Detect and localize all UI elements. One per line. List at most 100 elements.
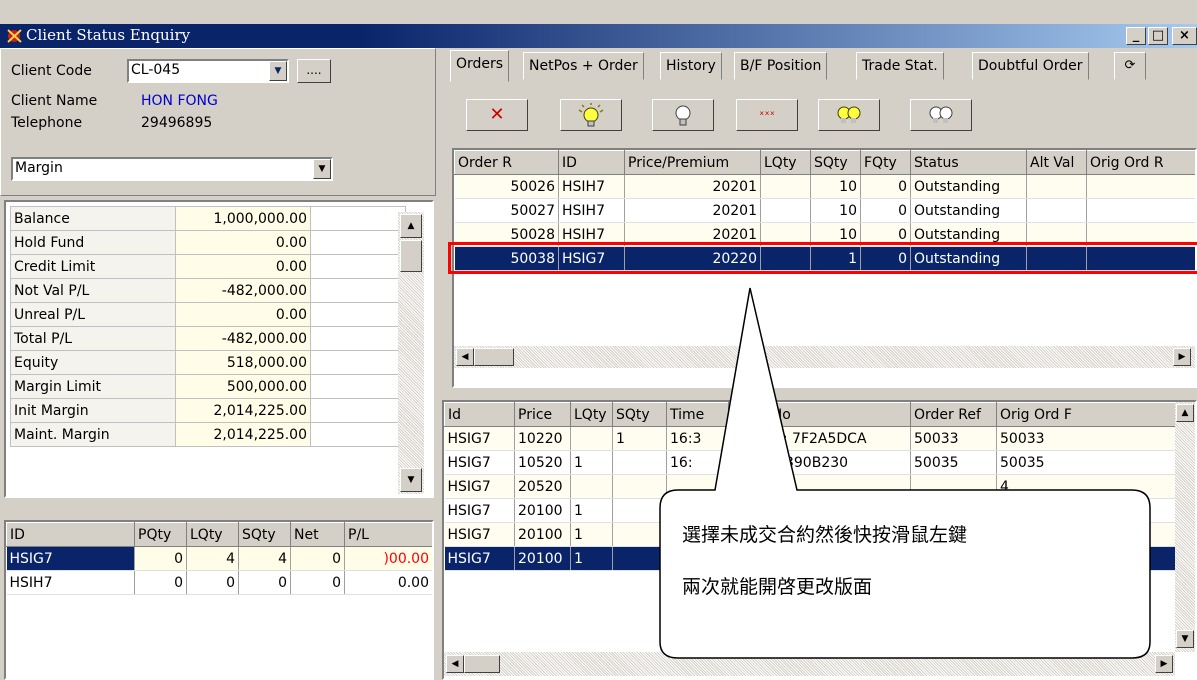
orders-cell — [1026, 174, 1087, 199]
balance-row: Credit Limit 0.00 — [10, 254, 406, 279]
balance-key: Hold Fund — [10, 230, 176, 255]
activate-all-button[interactable] — [818, 99, 880, 131]
orders-cell: 10 — [810, 174, 861, 199]
positions-cell: HSIH7 — [6, 570, 135, 595]
orders-header[interactable]: Price/Premium — [624, 150, 761, 175]
cancel-all-icon: ˣˣˣ — [759, 108, 775, 122]
client-info-panel: Client Code CL-045 ▼ .... Client Name HO… — [0, 48, 436, 196]
telephone-value: 29496895 — [141, 115, 213, 131]
history-header[interactable]: Price — [514, 402, 571, 427]
client-name-label: Client Name — [11, 93, 98, 109]
chevron-down-icon[interactable]: ▼ — [313, 159, 331, 179]
balance-row: Balance 1,000,000.00 — [10, 206, 406, 231]
chevron-down-icon[interactable]: ▼ — [269, 61, 287, 81]
tab-netpos-order[interactable]: NetPos + Order — [523, 52, 644, 80]
minimize-button[interactable]: _ — [1126, 27, 1146, 45]
orders-row[interactable]: 50027HSIH720201 100Outstanding 500 — [454, 198, 1195, 223]
orders-cell — [1026, 198, 1087, 223]
balance-empty — [310, 374, 406, 399]
scroll-thumb[interactable] — [464, 655, 500, 673]
orders-header[interactable]: SQty — [810, 150, 861, 175]
balance-key: Maint. Margin — [10, 422, 176, 447]
positions-header[interactable]: SQty — [238, 522, 291, 547]
positions-header[interactable]: Net — [290, 522, 345, 547]
orders-header[interactable]: Orig Ord R — [1086, 150, 1195, 175]
balance-empty — [310, 302, 406, 327]
app-icon — [7, 29, 22, 43]
callout-bubble — [659, 287, 1151, 659]
positions-header[interactable]: PQty — [134, 522, 187, 547]
history-header[interactable]: LQty — [570, 402, 613, 427]
balance-empty — [310, 398, 406, 423]
balance-row: Init Margin 2,014,225.00 — [10, 398, 406, 423]
history-cell: 1 — [570, 522, 613, 547]
tab-history[interactable]: History — [660, 52, 722, 80]
scroll-left-button[interactable]: ◀ — [446, 655, 464, 673]
orders-cell: 50026 — [454, 174, 559, 199]
cancel-icon: ✕ — [489, 104, 505, 125]
balance-scrollbar[interactable]: ▲ ▼ — [398, 212, 424, 494]
history-cell: 10220 — [514, 426, 571, 451]
positions-cell: 0 — [238, 570, 291, 595]
positions-row[interactable]: HSIG7 0 4 4 0)00.00 — [6, 546, 432, 571]
orders-header[interactable]: LQty — [760, 150, 811, 175]
balance-row: Not Val P/L -482,000.00 — [10, 278, 406, 303]
history-cell: 20100 — [514, 546, 571, 571]
title-bar: Client Status Enquiry _ □ × — [0, 24, 1197, 48]
orders-header[interactable]: FQty — [860, 150, 911, 175]
scroll-left-button[interactable]: ◀ — [456, 348, 474, 366]
positions-cell: 4 — [186, 546, 239, 571]
positions-header[interactable]: LQty — [186, 522, 239, 547]
scroll-thumb[interactable] — [474, 348, 514, 366]
orders-header[interactable]: ID — [558, 150, 625, 175]
maximize-button[interactable]: □ — [1148, 27, 1168, 45]
cancel-order-button[interactable]: ✕ — [466, 99, 528, 131]
inactivate-order-button[interactable] — [652, 99, 714, 131]
balance-empty — [310, 350, 406, 375]
positions-table: ID PQty LQty SQty Net P/L HSIG7 0 4 4 0)00.00 HSIH… — [6, 522, 432, 595]
positions-row[interactable]: HSIH7 0 0 0 0 0.00 — [6, 570, 432, 595]
close-button[interactable]: × — [1172, 27, 1197, 45]
callout-line-1: 選擇未成交合約然後快按滑鼠左鍵 — [682, 524, 968, 546]
tab-bf-position[interactable]: B/F Position — [734, 52, 828, 80]
client-code-combo[interactable]: CL-045 ▼ — [127, 59, 289, 83]
refresh-icon[interactable]: ⟳ — [1114, 52, 1146, 80]
lightbulbs-off-icon — [929, 106, 953, 123]
positions-cell: 4 — [238, 546, 291, 571]
orders-cell — [760, 198, 811, 223]
activate-order-button[interactable] — [560, 99, 622, 131]
tab-strip: Orders NetPos + Order History B/F Positi… — [442, 50, 1197, 82]
scroll-up-button[interactable]: ▲ — [400, 214, 422, 238]
positions-cell: 0.00 — [344, 570, 432, 595]
orders-header[interactable]: Alt Val — [1026, 150, 1087, 175]
scroll-thumb[interactable] — [400, 240, 422, 272]
orders-header[interactable]: Order R — [454, 150, 559, 175]
balance-empty — [310, 230, 406, 255]
balance-value: 2,014,225.00 — [175, 422, 311, 447]
account-type-select[interactable]: Margin ▼ — [11, 157, 333, 181]
scroll-down-button[interactable]: ▼ — [400, 468, 422, 492]
tab-doubtful-order[interactable]: Doubtful Order — [972, 52, 1089, 80]
balance-row: Unreal P/L 0.00 — [10, 302, 406, 327]
history-cell — [570, 474, 613, 499]
telephone-label: Telephone — [11, 115, 83, 131]
balance-key: Equity — [10, 350, 176, 375]
history-cell: 1 — [570, 450, 613, 475]
browse-button[interactable]: .... — [297, 59, 331, 83]
orders-cell: 0 — [860, 198, 911, 223]
balance-row: Total P/L -482,000.00 — [10, 326, 406, 351]
history-header[interactable]: Id — [444, 402, 515, 427]
tab-orders[interactable]: Orders — [450, 50, 510, 82]
balance-key: Margin Limit — [10, 374, 176, 399]
balance-key: Credit Limit — [10, 254, 176, 279]
orders-row[interactable]: 50026HSIH720201 100Outstanding 500 — [454, 174, 1195, 199]
positions-header[interactable]: ID — [6, 522, 135, 547]
balance-value: 500,000.00 — [175, 374, 311, 399]
tab-trade-stat[interactable]: Trade Stat. — [856, 52, 944, 80]
positions-header[interactable]: P/L — [344, 522, 432, 547]
orders-header[interactable]: Status — [910, 150, 1027, 175]
orders-cell: 500 — [1086, 198, 1195, 223]
inactivate-all-button[interactable] — [910, 99, 972, 131]
history-cell: HSIG7 — [444, 450, 515, 475]
cancel-all-button[interactable]: ˣˣˣ — [736, 99, 798, 131]
